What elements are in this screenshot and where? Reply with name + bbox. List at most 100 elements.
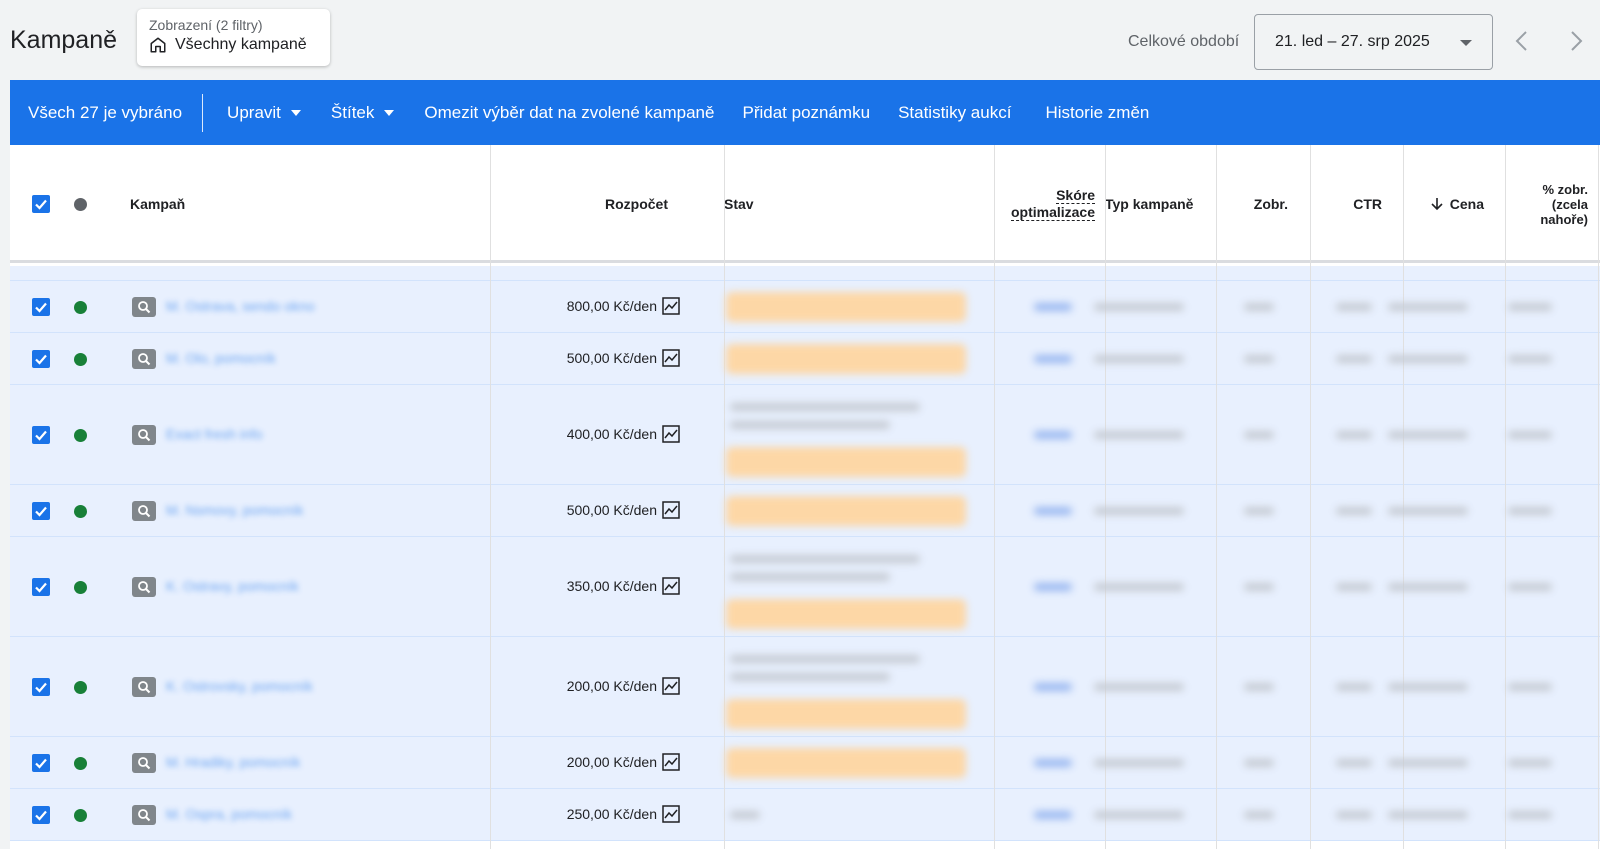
row-checkbox[interactable] xyxy=(32,754,50,772)
campaign-name-link[interactable]: M. Ostrava, sendo okno xyxy=(166,298,315,314)
budget-chart-icon[interactable] xyxy=(662,753,680,771)
budget-chart-icon[interactable] xyxy=(662,425,680,443)
auction-insights-button[interactable]: Statistiky aukcí xyxy=(898,103,1011,123)
budget-cell[interactable]: 800,00 Kč/den xyxy=(510,297,680,315)
enabled-status-dot[interactable] xyxy=(74,301,87,314)
table-header: Kampaň Rozpočet Stav Skóre optimalizace … xyxy=(10,145,1600,263)
redacted-area xyxy=(726,282,1600,849)
campaign-name-link[interactable]: M. Nsmovy, pomocník xyxy=(166,502,303,518)
budget-cell[interactable]: 200,00 Kč/den xyxy=(510,677,680,695)
budget-chart-icon[interactable] xyxy=(662,501,680,519)
row-checkbox[interactable] xyxy=(32,350,50,368)
col-top-label-3: nahoře) xyxy=(1540,211,1588,227)
enabled-status-dot[interactable] xyxy=(74,757,87,770)
budget-value: 500,00 Kč/den xyxy=(566,502,657,518)
col-ctr-label: CTR xyxy=(1353,196,1382,212)
add-note-button[interactable]: Přidat poznámku xyxy=(742,103,870,123)
label-dropdown[interactable]: Štítek xyxy=(330,102,395,123)
col-campaign[interactable]: Kampaň xyxy=(130,145,430,263)
status-dot-icon xyxy=(74,198,87,211)
budget-cell[interactable]: 400,00 Kč/den xyxy=(510,425,680,443)
change-history-button[interactable]: Historie změn xyxy=(1045,103,1149,123)
check-icon xyxy=(35,430,47,441)
chevron-left-icon[interactable] xyxy=(1512,30,1532,52)
col-top-label-2: (zcela xyxy=(1551,196,1588,212)
col-campaign-label: Kampaň xyxy=(130,196,186,212)
budget-cell[interactable]: 250,00 Kč/den xyxy=(510,805,680,823)
search-campaign-icon xyxy=(132,297,156,317)
budget-value: 200,00 Kč/den xyxy=(566,754,657,770)
select-all-checkbox[interactable] xyxy=(32,195,50,213)
col-type-label: Typ kampaně xyxy=(1105,196,1194,212)
enabled-status-dot[interactable] xyxy=(74,429,87,442)
campaigns-table: Kampaň Rozpočet Stav Skóre optimalizace … xyxy=(10,145,1600,849)
search-campaign-icon xyxy=(132,349,156,369)
chevron-right-icon[interactable] xyxy=(1566,30,1586,52)
col-opt-score-label-1: Skóre xyxy=(1056,187,1095,204)
caret-down-icon xyxy=(384,109,395,116)
search-campaign-icon xyxy=(132,753,156,773)
budget-cell[interactable]: 500,00 Kč/den xyxy=(510,349,680,367)
period-label: Celkové období xyxy=(1128,33,1240,50)
col-impr-label: Zobr. xyxy=(1253,196,1288,212)
caret-down-icon xyxy=(1460,40,1472,46)
campaign-name-link[interactable]: M. Ospra, pomocník xyxy=(166,806,292,822)
page-title: Kampaně xyxy=(10,26,118,54)
check-icon xyxy=(35,582,47,593)
search-campaign-icon xyxy=(132,577,156,597)
budget-chart-icon[interactable] xyxy=(662,297,680,315)
enabled-status-dot[interactable] xyxy=(74,581,87,594)
edit-label: Upravit xyxy=(227,102,281,122)
budget-cell[interactable]: 350,00 Kč/den xyxy=(510,577,680,595)
row-checkbox[interactable] xyxy=(32,678,50,696)
label-label: Štítek xyxy=(330,102,375,122)
campaign-name-link[interactable]: K. Ostrovsky, pomocník xyxy=(166,678,313,694)
view-value: Všechny kampaně xyxy=(175,36,307,53)
campaign-name-link[interactable]: K. Ostravy, pomocník xyxy=(166,578,299,594)
view-selector[interactable]: Zobrazení (2 filtry) Všechny kampaně xyxy=(137,9,330,66)
col-top-impr[interactable]: % zobr. (zcela nahoře) xyxy=(1496,145,1588,263)
col-cost[interactable]: Cena xyxy=(1394,145,1484,263)
totals-strip xyxy=(10,266,1600,281)
selection-action-bar: Všech 27 je vybráno Upravit Štítek Omezi… xyxy=(10,80,1600,145)
col-ctr[interactable]: CTR xyxy=(1300,145,1382,263)
enabled-status-dot[interactable] xyxy=(74,809,87,822)
col-budget[interactable]: Rozpočet xyxy=(490,145,668,263)
budget-value: 200,00 Kč/den xyxy=(566,678,657,694)
col-campaign-type[interactable]: Typ kampaně xyxy=(1105,145,1205,263)
search-campaign-icon xyxy=(132,501,156,521)
enabled-status-dot[interactable] xyxy=(74,505,87,518)
campaign-name-link[interactable]: Exact fresh info xyxy=(166,426,263,442)
col-budget-label: Rozpočet xyxy=(605,196,668,212)
budget-chart-icon[interactable] xyxy=(662,577,680,595)
edit-dropdown[interactable]: Upravit xyxy=(227,103,301,123)
col-status[interactable]: Stav xyxy=(724,145,924,263)
campaign-name-link[interactable]: M. Hradiky, pomocník xyxy=(166,754,300,770)
enabled-status-dot[interactable] xyxy=(74,353,87,366)
budget-cell[interactable]: 500,00 Kč/den xyxy=(510,501,680,519)
home-icon xyxy=(150,37,166,53)
budget-chart-icon[interactable] xyxy=(662,805,680,823)
page-header: Kampaně Zobrazení (2 filtry) Všechny kam… xyxy=(0,0,1600,80)
arrow-down-icon xyxy=(1431,198,1443,211)
date-range-select[interactable]: 21. led – 27. srp 2025 xyxy=(1254,14,1493,70)
limit-data-button[interactable]: Omezit výběr dat na zvolené kampaně xyxy=(424,103,714,123)
budget-value: 250,00 Kč/den xyxy=(566,806,657,822)
col-opt-score[interactable]: Skóre optimalizace xyxy=(985,145,1095,263)
budget-chart-icon[interactable] xyxy=(662,349,680,367)
search-campaign-icon xyxy=(132,425,156,445)
campaign-name-link[interactable]: M. Olo, pomocník xyxy=(166,350,276,366)
budget-cell[interactable]: 200,00 Kč/den xyxy=(510,753,680,771)
selection-count: Všech 27 je vybráno xyxy=(28,102,183,122)
row-checkbox[interactable] xyxy=(32,426,50,444)
row-checkbox[interactable] xyxy=(32,298,50,316)
row-checkbox[interactable] xyxy=(32,578,50,596)
row-checkbox[interactable] xyxy=(32,502,50,520)
budget-chart-icon[interactable] xyxy=(662,677,680,695)
check-icon xyxy=(35,758,47,769)
col-divider xyxy=(490,145,491,849)
col-impressions[interactable]: Zobr. xyxy=(1206,145,1288,263)
col-top-label-1: % zobr. xyxy=(1542,181,1588,197)
row-checkbox[interactable] xyxy=(32,806,50,824)
enabled-status-dot[interactable] xyxy=(74,681,87,694)
